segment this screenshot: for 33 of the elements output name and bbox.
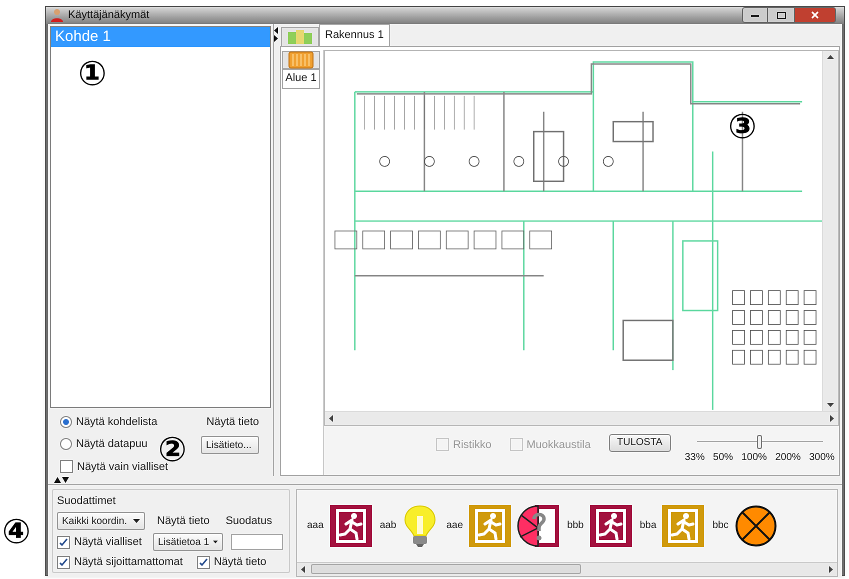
callout-number: ③ bbox=[728, 110, 757, 144]
checkbox-label: Näytä vain vialliset bbox=[77, 460, 168, 474]
building-tab[interactable]: Rakennus 1 bbox=[319, 24, 390, 46]
print-button[interactable]: TULOSTA bbox=[608, 434, 671, 452]
callout-number: ④ bbox=[2, 515, 31, 549]
zoom-tick-label: 50% bbox=[713, 450, 734, 464]
symbol-label: bbc bbox=[712, 519, 729, 533]
grid-label: Ristikko bbox=[453, 438, 492, 452]
symbol-label: aab bbox=[380, 519, 396, 533]
radio-label: Näytä kohdelista bbox=[76, 414, 158, 430]
zoom-tick-label: 33% bbox=[684, 450, 705, 464]
group-title: Suodattimet bbox=[57, 494, 117, 508]
edit-mode-label: Muokkaustila bbox=[526, 438, 591, 452]
callout-number: ① bbox=[78, 57, 107, 91]
zoom-tick-label: 100% bbox=[741, 450, 767, 464]
symbol-label: bba bbox=[640, 519, 656, 533]
dropdown[interactable]: Lisätieto... bbox=[201, 436, 259, 454]
info-label: Näytä tieto bbox=[206, 414, 259, 430]
window-title: Käyttäjänäkymät bbox=[68, 8, 150, 23]
dropdown[interactable]: Kaikki koordin. bbox=[57, 512, 145, 530]
zoom-tick-label: 300% bbox=[809, 450, 835, 464]
symbol-label: aaa bbox=[307, 519, 324, 533]
filter-label: Suodatus bbox=[226, 514, 272, 529]
area-tab[interactable]: Alue 1 bbox=[282, 68, 320, 88]
radio-label: Näytä datapuu bbox=[76, 437, 148, 452]
zoom-tick-label: 200% bbox=[775, 450, 801, 464]
checkbox-label: Näytä vialliset bbox=[74, 534, 142, 550]
info-label: Näytä tieto bbox=[157, 514, 210, 529]
symbol-label: bbb bbox=[567, 519, 584, 533]
symbol-label: aae bbox=[446, 519, 464, 533]
checkbox-label: Näytä sijoittamattomat bbox=[74, 555, 183, 570]
checkbox-label: Näytä tieto bbox=[214, 555, 266, 570]
dropdown[interactable]: Lisätietoa 1 bbox=[153, 533, 223, 551]
